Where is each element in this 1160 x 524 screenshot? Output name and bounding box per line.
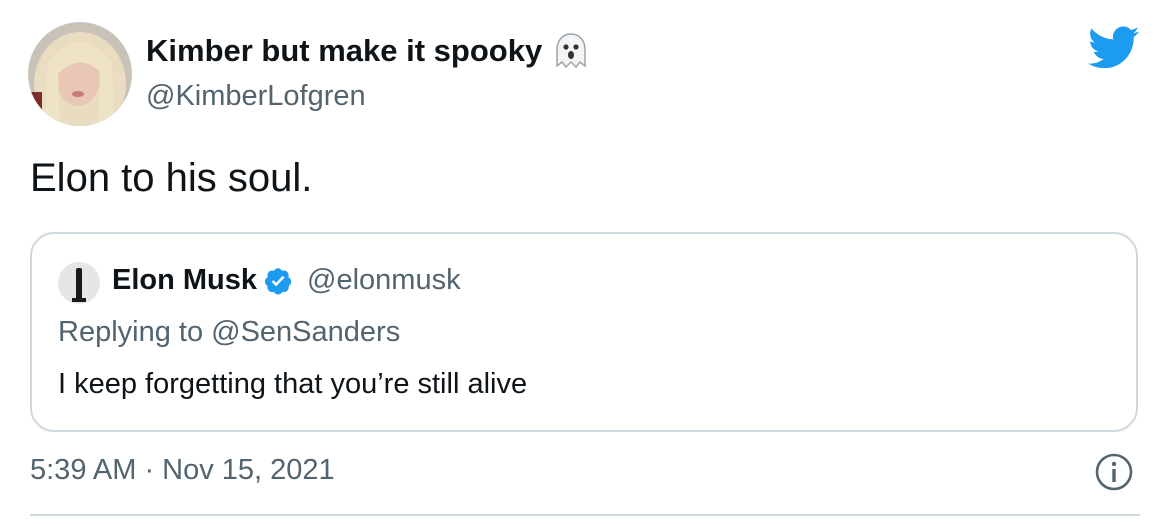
info-icon[interactable]	[1094, 452, 1134, 492]
ghost-icon	[554, 32, 588, 70]
verified-badge-icon	[263, 266, 293, 296]
quoted-tweet-card[interactable]: Elon Musk @elonmusk Replying to @SenSand…	[30, 232, 1138, 432]
quoted-author-avatar[interactable]	[58, 262, 100, 304]
author-name-text: Kimber but make it spooky	[146, 33, 543, 68]
quoted-author-handle[interactable]: @elonmusk	[307, 264, 461, 297]
tweet-text: Elon to his soul.	[30, 156, 313, 200]
author-handle[interactable]: @KimberLofgren	[146, 80, 366, 113]
replying-to-line[interactable]: Replying to @SenSanders	[58, 316, 400, 349]
quoted-tweet-text: I keep forgetting that you’re still aliv…	[58, 368, 528, 400]
tweet-timestamp[interactable]: 5:39 AM · Nov 15, 2021	[30, 454, 335, 487]
quoted-tweet-header: Elon Musk @elonmusk	[112, 264, 461, 297]
author-avatar[interactable]	[28, 22, 132, 126]
divider	[30, 514, 1140, 516]
twitter-bird-icon[interactable]	[1088, 26, 1140, 70]
author-display-name[interactable]: Kimber but make it spooky	[146, 32, 588, 70]
quoted-author-name[interactable]: Elon Musk	[112, 264, 257, 297]
